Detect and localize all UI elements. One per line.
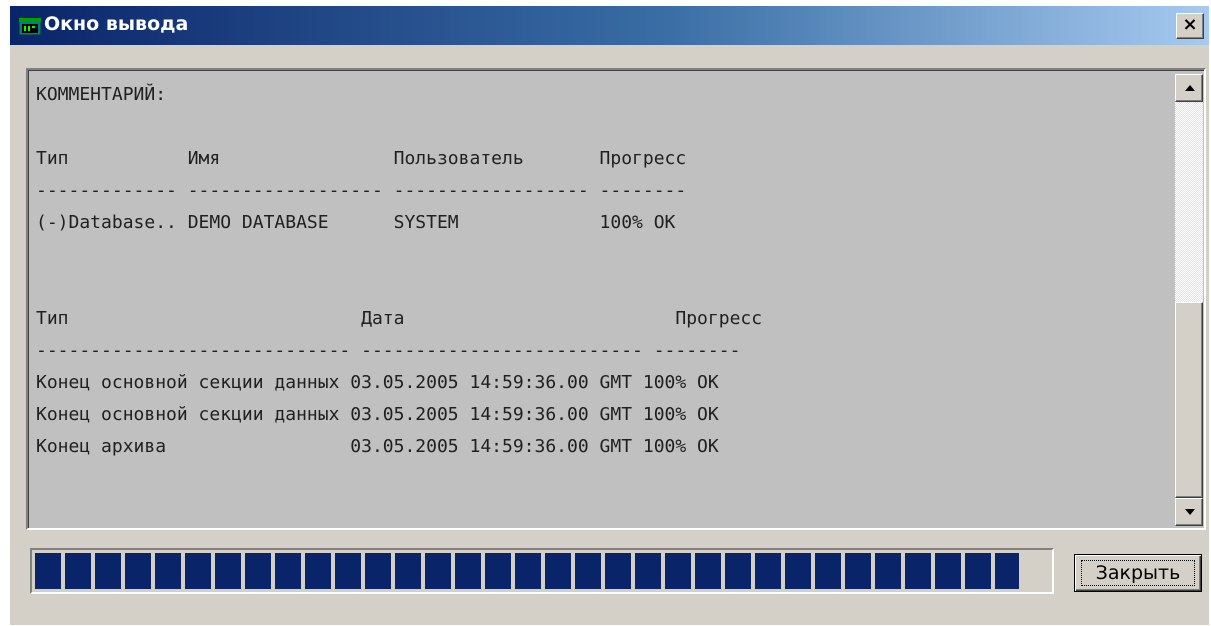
output-text: КОММЕНТАРИЙ: Тип Имя Пользователь Прогрес…	[36, 79, 1164, 519]
close-button[interactable]: Закрыть	[1074, 554, 1202, 592]
output-line: (-)Database.. DEMO DATABASE SYSTEM 100% …	[36, 212, 676, 233]
output-line: Конец основной секции данных 03.05.2005 …	[36, 404, 719, 425]
terminal-icon	[18, 14, 42, 38]
title-bar[interactable]: Окно вывода ×	[10, 6, 1209, 45]
scrollbar-thumb[interactable]	[1175, 302, 1203, 498]
output-line: ------------- ------------------ -------…	[36, 180, 687, 201]
output-line: Конец архива 03.05.2005 14:59:36.00 GMT …	[36, 436, 719, 457]
output-line: Конец основной секции данных 03.05.2005 …	[36, 372, 719, 393]
close-button-label: Закрыть	[1095, 562, 1181, 584]
vertical-scrollbar[interactable]	[1175, 74, 1203, 526]
output-line: Тип Дата Прогресс	[36, 308, 763, 329]
output-text-area[interactable]: КОММЕНТАРИЙ: Тип Имя Пользователь Прогрес…	[26, 68, 1206, 530]
output-line: КОММЕНТАРИЙ:	[36, 84, 167, 105]
progress-fill	[35, 553, 1019, 589]
output-window: Окно вывода × КОММЕНТАРИЙ: Тип Имя Пользо…	[10, 6, 1209, 625]
close-icon[interactable]: ×	[1176, 13, 1204, 39]
scroll-up-button[interactable]	[1175, 74, 1203, 102]
output-line: ----------------------------- ----------…	[36, 340, 741, 361]
window-title: Окно вывода	[44, 13, 189, 35]
progress-bar	[30, 548, 1054, 594]
scroll-down-button[interactable]	[1175, 498, 1203, 526]
output-line: Тип Имя Пользователь Прогресс	[36, 148, 687, 169]
arrow-down-icon	[1185, 509, 1195, 515]
arrow-up-icon	[1185, 85, 1195, 91]
